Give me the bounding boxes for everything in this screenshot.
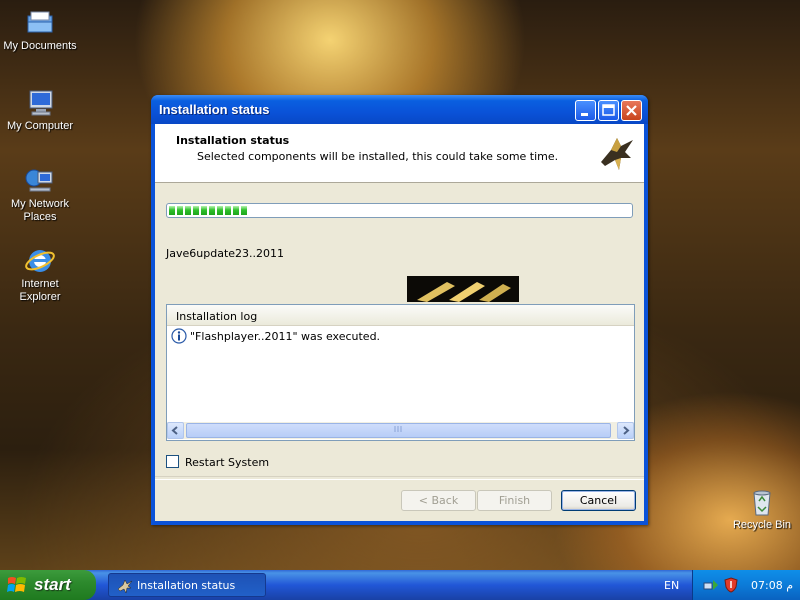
log-entry-text: "Flashplayer..2011" was executed. [190,330,381,343]
maximize-icon [602,104,615,116]
back-button[interactable]: < Back [401,490,476,511]
network-places-icon [25,169,53,192]
install-progress-bar [166,203,633,218]
desktop-icon-my-documents[interactable]: My Documents [0,8,80,53]
internet-explorer-icon [25,250,55,272]
finish-button[interactable]: Finish [477,490,552,511]
window-title: Installation status [159,102,270,117]
eagle-app-icon [117,579,133,594]
close-icon [626,105,637,116]
progress-segment [177,206,183,215]
taskbar: start Installation status EN 07:08 م [0,570,800,600]
minimize-button[interactable] [575,100,596,121]
desktop-label: Recycle Bin [732,519,792,531]
my-documents-icon [27,11,53,33]
desktop-label: My Network Places [10,198,70,223]
system-tray: 07:08 م [692,570,800,600]
decorative-art-icon [407,276,519,302]
header-subtitle: Selected components will be installed, t… [197,150,559,163]
scroll-right-button[interactable] [617,422,634,439]
close-button[interactable] [621,100,642,121]
info-icon [171,328,187,344]
desktop-icon-internet-explorer[interactable]: Internet Explorer [0,246,80,304]
chevron-left-icon [171,426,178,435]
log-header[interactable]: Installation log [167,305,634,326]
progress-segment [193,206,199,215]
progress-segment [185,206,191,215]
cancel-button[interactable]: Cancel [561,490,636,511]
scroll-thumb[interactable] [186,423,611,438]
progress-segment [241,206,247,215]
desktop-icon-network-places[interactable]: My Network Places [0,166,80,224]
progress-segment [201,206,207,215]
desktop-label: Internet Explorer [19,278,61,303]
desktop-label: My Computer [6,120,74,132]
security-shield-icon[interactable] [723,577,739,593]
taskbar-item-installation-status[interactable]: Installation status [108,573,266,597]
log-header-label: Installation log [176,310,258,323]
progress-segment [217,206,223,215]
desktop-label: My Documents [3,40,77,52]
log-entry[interactable]: "Flashplayer..2011" was executed. [171,328,611,346]
chevron-right-icon [623,426,630,435]
restart-system-label[interactable]: Restart System [185,456,269,469]
progress-segment [233,206,239,215]
title-bar[interactable]: Installation status [151,95,648,124]
minimize-icon [581,113,588,116]
header-title: Installation status [176,134,290,147]
eagle-logo-icon [601,138,633,170]
taskbar-item-label: Installation status [137,579,236,592]
window-client: Installation status Selected components … [155,124,644,521]
divider [155,476,644,480]
desktop-icon-recycle-bin[interactable]: Recycle Bin [722,487,800,532]
installer-window: Installation status Installation status … [151,95,648,525]
maximize-button[interactable] [598,100,619,121]
language-indicator[interactable]: EN [664,579,679,592]
horizontal-scrollbar[interactable] [167,422,634,439]
grip-icon [394,426,401,432]
windows-logo-icon [7,577,26,592]
scroll-left-button[interactable] [167,422,184,439]
progress-segment [225,206,231,215]
installer-header: Installation status Selected components … [155,124,644,183]
restart-system-checkbox[interactable] [166,455,179,468]
progress-segment [169,206,175,215]
recycle-bin-icon [753,490,771,516]
clock: 07:08 م [751,579,794,592]
installation-log-panel: Installation log "Flashplayer..2011" was… [166,304,635,441]
network-tray-icon[interactable] [703,577,719,593]
start-button[interactable]: start [0,570,96,600]
desktop-icon-my-computer[interactable]: My Computer [0,88,80,133]
my-computer-icon [29,90,53,116]
progress-segment [209,206,215,215]
start-label: start [34,575,71,594]
current-item-label: Jave6update23..2011 [166,247,285,260]
